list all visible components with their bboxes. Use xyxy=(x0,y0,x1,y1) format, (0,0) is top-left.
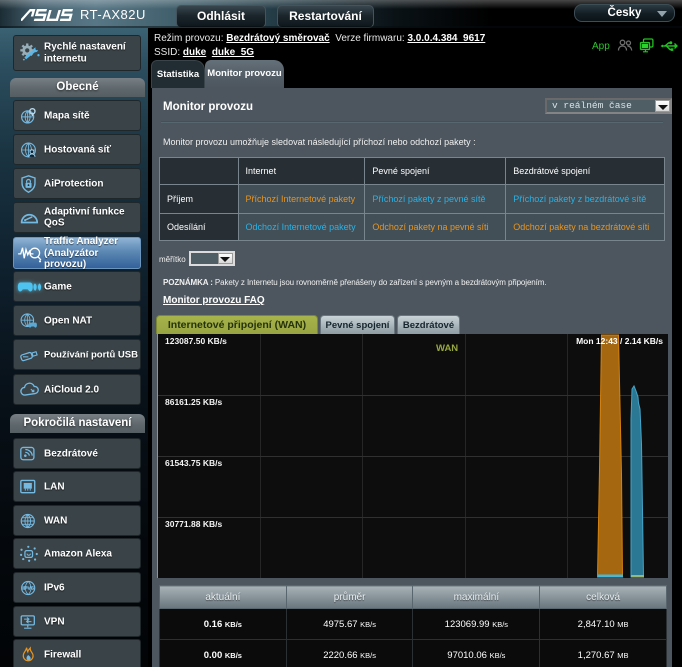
svg-text:IPV6: IPV6 xyxy=(22,586,34,592)
